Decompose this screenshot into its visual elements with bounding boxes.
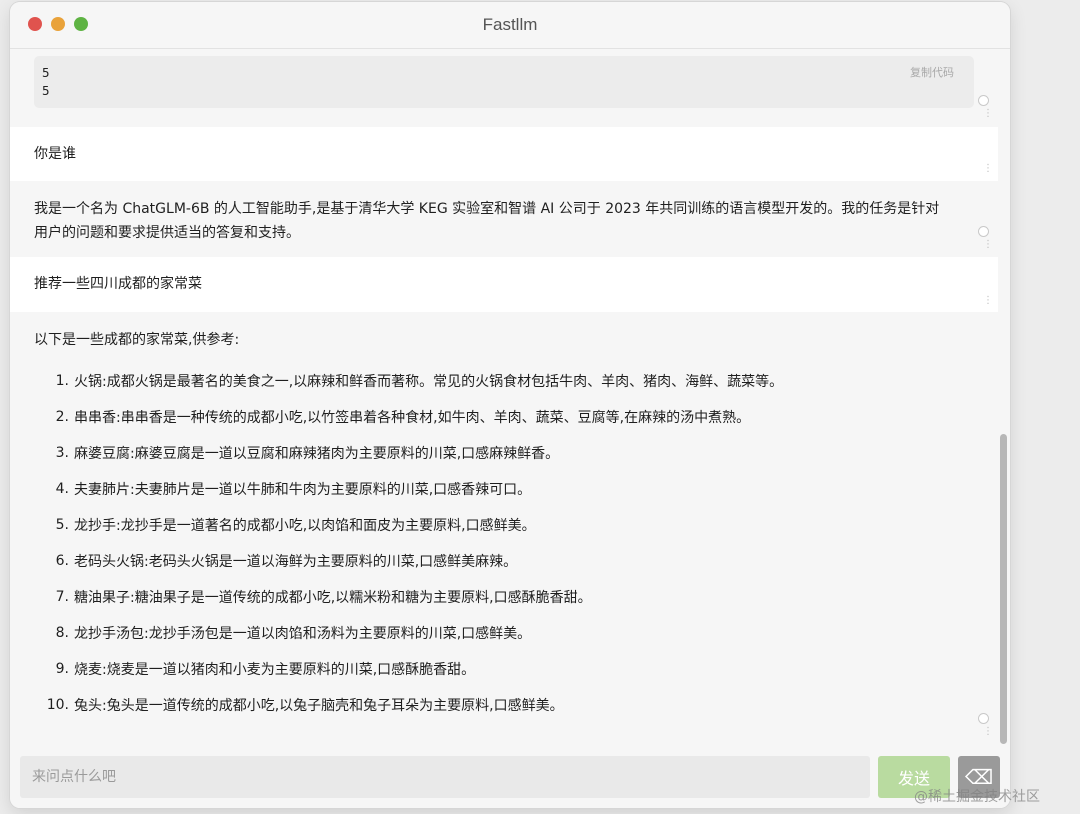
list-item-number: 9. <box>55 661 69 677</box>
list-item: 2. 串串香:串串香是一种传统的成都小吃,以竹签串着各种食材,如牛肉、羊肉、蔬菜、… <box>34 399 974 435</box>
user-message-text: 推荐一些四川成都的家常菜 <box>34 276 202 292</box>
title-bar: Fastllm <box>10 2 1010 49</box>
assistant-intro-text: 以下是一些成都的家常菜,供参考: <box>34 332 240 348</box>
list-item-number: 8. <box>55 625 69 641</box>
list-item: 5. 龙抄手:龙抄手是一道著名的成都小吃,以肉馅和面皮为主要原料,口感鲜美。 <box>34 507 974 543</box>
list-item-number: 6. <box>55 553 69 569</box>
code-content: 5 5 <box>42 64 50 100</box>
list-item-text: 老码头火锅:老码头火锅是一道以海鲜为主要原料的川菜,口感鲜美麻辣。 <box>74 554 518 570</box>
list-item: 10. 兔头:兔头是一道传统的成都小吃,以兔子脑壳和兔子耳朵为主要原料,口感鲜美。 <box>34 687 974 723</box>
list-item-text: 兔头:兔头是一道传统的成都小吃,以兔子脑壳和兔子耳朵为主要原料,口感鲜美。 <box>74 698 564 714</box>
message-menu-icon[interactable]: ⋮ <box>983 109 993 119</box>
assistant-message-line: 我是一个名为 ChatGLM-6B 的人工智能助手,是基于清华大学 KEG 实验… <box>34 201 940 217</box>
list-item-text: 麻婆豆腐:麻婆豆腐是一道以豆腐和麻辣猪肉为主要原料的川菜,口感麻辣鲜香。 <box>74 446 560 462</box>
list-item-text: 夫妻肺片:夫妻肺片是一道以牛肺和牛肉为主要原料的川菜,口感香辣可口。 <box>74 482 532 498</box>
list-item-text: 烧麦:烧麦是一道以猪肉和小麦为主要原料的川菜,口感酥脆香甜。 <box>74 662 476 678</box>
list-item-number: 1. <box>55 373 69 389</box>
list-item: 1. 火锅:成都火锅是最著名的美食之一,以麻辣和鲜香而著称。常见的火锅食材包括牛肉… <box>34 363 974 399</box>
app-window: Fastllm 5 5 复制代码 ⋮ 你是谁 ⋮ 我是一个名为 ChatGLM-… <box>10 2 1010 808</box>
list-item-number: 7. <box>55 589 69 605</box>
list-item-number: 2. <box>55 409 69 425</box>
list-item-text: 龙抄手:龙抄手是一道著名的成都小吃,以肉馅和面皮为主要原料,口感鲜美。 <box>74 518 536 534</box>
message-input[interactable] <box>20 756 870 798</box>
message-menu-icon[interactable]: ⋮ <box>983 296 993 306</box>
list-item-text: 糖油果子:糖油果子是一道传统的成都小吃,以糯米粉和糖为主要原料,口感酥脆香甜。 <box>74 590 592 606</box>
message-menu-icon[interactable]: ⋮ <box>983 727 993 737</box>
user-message: 你是谁 ⋮ <box>10 127 998 181</box>
window-title: Fastllm <box>482 15 538 34</box>
assistant-message-text: 我是一个名为 ChatGLM-6B 的人工智能助手,是基于清华大学 KEG 实验… <box>34 197 974 245</box>
code-line: 5 <box>42 65 50 80</box>
message-status-icon <box>978 713 989 724</box>
list-item-number: 10. <box>46 697 69 713</box>
watermark: @稀土掘金技术社区 <box>914 789 1040 805</box>
chat-history[interactable]: 5 5 复制代码 ⋮ 你是谁 ⋮ 我是一个名为 ChatGLM-6B 的人工智能… <box>10 49 1010 744</box>
list-item-text: 龙抄手汤包:龙抄手汤包是一道以肉馅和汤料为主要原料的川菜,口感鲜美。 <box>74 626 532 642</box>
message-status-icon <box>978 226 989 237</box>
list-item: 7. 糖油果子:糖油果子是一道传统的成都小吃,以糯米粉和糖为主要原料,口感酥脆香甜… <box>34 579 974 615</box>
list-item-text: 火锅:成都火锅是最著名的美食之一,以麻辣和鲜香而著称。常见的火锅食材包括牛肉、羊… <box>74 374 784 390</box>
list-item-number: 3. <box>55 445 69 461</box>
list-item: 6. 老码头火锅:老码头火锅是一道以海鲜为主要原料的川菜,口感鲜美麻辣。 <box>34 543 974 579</box>
list-item: 4. 夫妻肺片:夫妻肺片是一道以牛肺和牛肉为主要原料的川菜,口感香辣可口。 <box>34 471 974 507</box>
list-item: 8. 龙抄手汤包:龙抄手汤包是一道以肉馅和汤料为主要原料的川菜,口感鲜美。 <box>34 615 974 651</box>
assistant-message-line: 用户的问题和要求提供适当的答复和支持。 <box>34 225 300 241</box>
list-item-number: 5. <box>55 517 69 533</box>
copy-code-button[interactable]: 复制代码 <box>910 64 954 80</box>
user-message-text: 你是谁 <box>34 146 76 162</box>
list-item-number: 4. <box>55 481 69 497</box>
dish-list: 1. 火锅:成都火锅是最著名的美食之一,以麻辣和鲜香而著称。常见的火锅食材包括牛肉… <box>34 363 974 723</box>
message-menu-icon[interactable]: ⋮ <box>983 164 993 174</box>
message-status-icon <box>978 95 989 106</box>
list-item: 9. 烧麦:烧麦是一道以猪肉和小麦为主要原料的川菜,口感酥脆香甜。 <box>34 651 974 687</box>
user-message: 推荐一些四川成都的家常菜 ⋮ <box>10 257 998 312</box>
message-menu-icon[interactable]: ⋮ <box>983 240 993 250</box>
code-line: 5 <box>42 83 50 98</box>
code-block: 5 5 复制代码 <box>34 56 974 108</box>
input-bar: 发送 ⌫ <box>10 744 1010 808</box>
scrollbar-thumb[interactable] <box>1000 434 1007 744</box>
list-item-text: 串串香:串串香是一种传统的成都小吃,以竹签串着各种食材,如牛肉、羊肉、蔬菜、豆腐… <box>74 410 751 426</box>
list-item: 3. 麻婆豆腐:麻婆豆腐是一道以豆腐和麻辣猪肉为主要原料的川菜,口感麻辣鲜香。 <box>34 435 974 471</box>
